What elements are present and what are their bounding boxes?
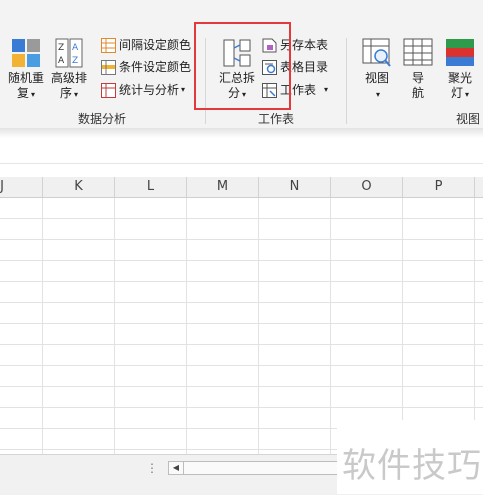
advanced-sort-label: 高级排 (50, 71, 87, 85)
view-button[interactable]: 视图 ▾ (358, 38, 396, 102)
spotlight-icon (446, 39, 474, 66)
random-shuffle-icon (12, 39, 40, 67)
column-header-l[interactable]: L (115, 177, 187, 197)
ribbon: 随机重 复 ▾ Z A A Z 高级排 序 ▾ 间隔设定颜色 条件设定颜色 统计… (0, 0, 483, 128)
ribbon-shadow (0, 128, 483, 138)
spotlight-label-2: 灯 (450, 86, 463, 100)
column-header-m[interactable]: M (187, 177, 259, 197)
watermark-text: 软件技巧 (342, 446, 482, 486)
column-gridline (186, 198, 187, 454)
navigation-button[interactable]: 导 航 (401, 38, 435, 101)
svg-text:A: A (58, 56, 65, 66)
random-repeat-label-2: 复 (16, 86, 29, 100)
condition-color-button[interactable]: 条件设定颜色 (101, 57, 191, 77)
svg-text:A: A (72, 43, 79, 53)
column-header-k[interactable]: K (43, 177, 115, 197)
group-label-view: 视图 (456, 112, 481, 126)
scroll-left-icon[interactable]: ◀ (169, 462, 184, 474)
stats-analysis-button[interactable]: 统计与分析 ▾ (101, 80, 185, 100)
resize-grip-icon[interactable]: ⋮ (146, 461, 158, 475)
svg-text:Z: Z (58, 43, 64, 53)
group-label-data-analysis: 数据分析 (78, 112, 127, 126)
random-repeat-button[interactable]: 随机重 复 ▾ (6, 38, 46, 102)
column-gridline (42, 198, 43, 454)
random-repeat-label: 随机重 (7, 71, 44, 85)
chevron-down-icon: ▾ (324, 85, 329, 94)
column-gridline (402, 198, 403, 454)
advanced-sort-label-2: 序 (59, 86, 72, 100)
interval-color-icon (101, 37, 116, 53)
interval-color-label: 间隔设定颜色 (119, 38, 192, 52)
column-headers: J K L M N O P (0, 177, 483, 198)
column-header-o[interactable]: O (331, 177, 403, 197)
navigation-label: 导 (411, 71, 424, 85)
formula-bar-divider (0, 163, 483, 164)
column-gridline (258, 198, 259, 454)
interval-color-button[interactable]: 间隔设定颜色 (101, 35, 191, 55)
advanced-sort-button[interactable]: Z A A Z 高级排 序 ▾ (49, 38, 89, 102)
stats-analysis-label: 统计与分析 (119, 83, 180, 97)
column-gridline (330, 198, 331, 454)
spotlight-button[interactable]: 聚光 灯 ▾ (442, 38, 478, 102)
column-header-j[interactable]: J (0, 177, 43, 197)
cell-area[interactable] (0, 198, 483, 454)
column-header-n[interactable]: N (259, 177, 331, 197)
chevron-down-icon: ▾ (181, 85, 186, 94)
view-label: 视图 (364, 71, 389, 85)
chevron-down-icon: ▾ (465, 90, 470, 99)
spreadsheet-grid[interactable]: J K L M N O P (0, 177, 483, 454)
chevron-down-icon: ▾ (375, 90, 380, 99)
chevron-down-icon: ▾ (31, 90, 36, 99)
sort-az-icon: Z A A Z (55, 38, 83, 68)
condition-color-label: 条件设定颜色 (119, 60, 192, 74)
navigation-label-2: 航 (411, 86, 424, 100)
view-icon (362, 38, 391, 67)
column-header-p[interactable]: P (403, 177, 475, 197)
watermark: 软件技巧 (337, 420, 483, 494)
group-label-worksheet: 工作表 (258, 112, 295, 126)
column-gridline (474, 198, 475, 454)
chevron-down-icon: ▾ (74, 90, 79, 99)
stats-analysis-icon (101, 82, 116, 98)
spotlight-label: 聚光 (447, 71, 472, 85)
svg-text:Z: Z (72, 56, 78, 66)
condition-color-icon (101, 59, 116, 75)
navigation-icon (403, 38, 433, 66)
group-separator (346, 38, 347, 124)
highlight-box (194, 22, 291, 110)
column-gridline (114, 198, 115, 454)
